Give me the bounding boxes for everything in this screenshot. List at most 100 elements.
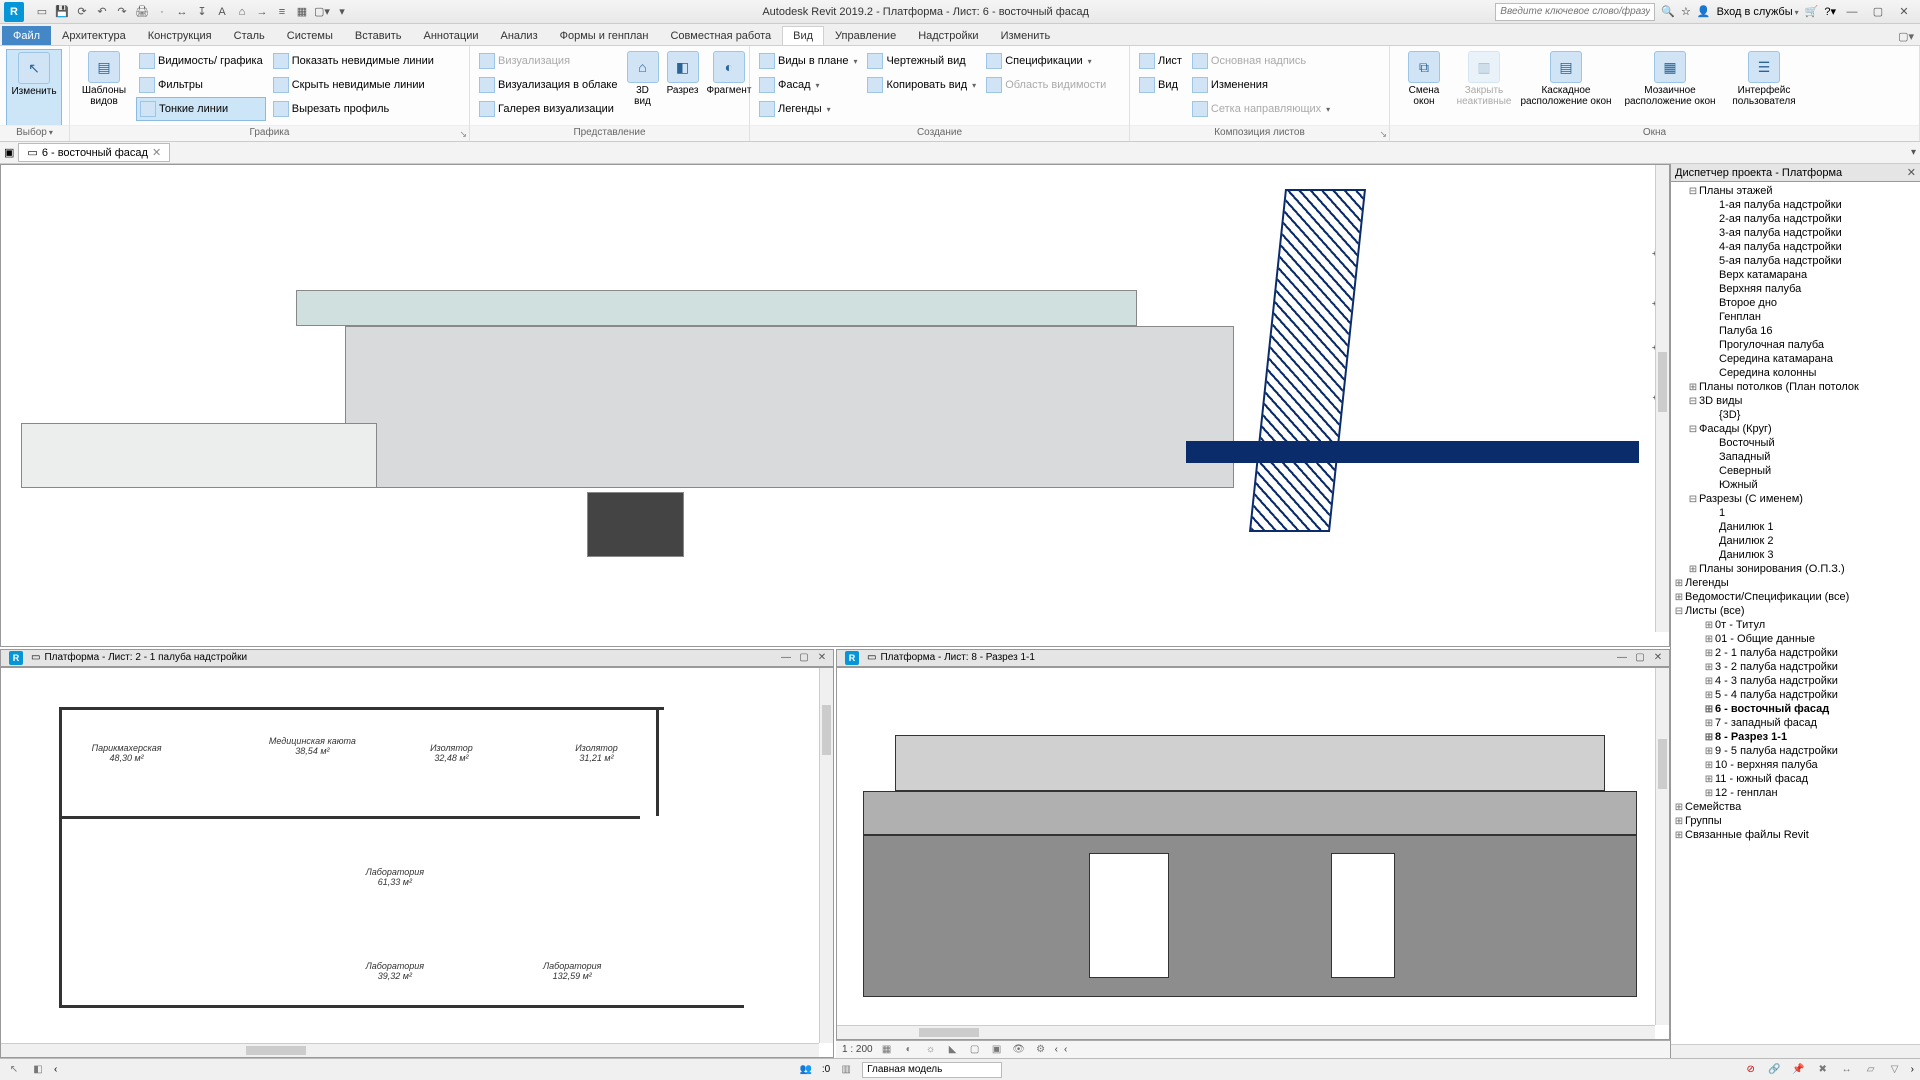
tree-expand-icon[interactable]: ⊞ [1703,760,1715,771]
tree-sheet-item[interactable]: 7 - западный фасад [1715,717,1817,729]
tree-expand-icon[interactable]: ⊞ [1673,830,1685,841]
menu-manage[interactable]: Управление [824,26,907,45]
tree-item[interactable]: 3-ая палуба надстройки [1719,227,1842,239]
minimize-button[interactable]: — [1842,4,1862,20]
tree-item[interactable]: Верхняя палуба [1719,283,1801,295]
qat-print-icon[interactable]: 🖨 [134,4,150,20]
tree-expand-icon[interactable]: ⊞ [1703,620,1715,631]
section-scrollbar-h[interactable] [837,1025,1655,1039]
view-tab-close-icon[interactable]: ✕ [152,146,161,159]
visibility-button[interactable]: Видимость/ графика [136,49,266,73]
tree-sheet-item[interactable]: 10 - верхняя палуба [1715,759,1818,771]
tree-expand-icon[interactable]: ⊞ [1703,774,1715,785]
menu-annotate[interactable]: Аннотации [413,26,490,45]
canvas-elevation[interactable]: +21,000 +18,000 +15,000 +11,500 +9,000 +… [0,164,1670,647]
tree-item[interactable]: 4-ая палуба надстройки [1719,241,1842,253]
tree-elevations[interactable]: Фасады (Круг) [1699,423,1772,435]
tree-sheet-item-active[interactable]: 6 - восточный фасад [1715,703,1829,715]
tree-sheets[interactable]: Листы (все) [1685,605,1745,617]
tree-item[interactable]: 1-ая палуба надстройки [1719,199,1842,211]
tree-item[interactable]: Середина катамарана [1719,353,1833,365]
status-filter2-icon[interactable]: ▽ [1887,1062,1903,1078]
menu-steel[interactable]: Сталь [223,26,276,45]
tree-expand-icon[interactable]: ⊞ [1687,382,1699,393]
legends-button[interactable]: Легенды [756,97,860,121]
qat-open-icon[interactable]: ▭ [34,4,50,20]
tree-expand-icon[interactable]: ⊞ [1673,578,1685,589]
view-templates-button[interactable]: ▤ Шаблоны видов [76,49,132,127]
render-gallery-button[interactable]: Галерея визуализации [476,97,621,121]
tree-item[interactable]: Южный [1719,479,1758,491]
pb-close-icon[interactable]: ✕ [1907,166,1916,179]
tree-item[interactable]: Прогулочная палуба [1719,339,1824,351]
tree-item[interactable]: 1 [1719,507,1725,519]
tree-item[interactable]: Данилюк 1 [1719,521,1773,533]
tree-expand-icon[interactable]: ⊞ [1703,634,1715,645]
tree-sheet-item[interactable]: 4 - 3 палуба надстройки [1715,675,1838,687]
filters-button[interactable]: Фильтры [136,73,266,97]
tree-item[interactable]: Данилюк 3 [1719,549,1773,561]
canvas-plan[interactable]: Парикмахерская48,30 м² Медицинская каюта… [0,667,834,1058]
3dview-button[interactable]: ⌂3D вид [625,49,661,127]
tree-collapse-icon[interactable]: ⊟ [1687,424,1699,435]
vcb-sun-icon[interactable]: ☼ [923,1042,939,1058]
status-exclude-icon[interactable]: ✖ [1815,1062,1831,1078]
qat-undo-icon[interactable]: ↶ [94,4,110,20]
tree-item[interactable]: Генплан [1719,311,1761,323]
status-link-icon[interactable]: 🔗 [1767,1062,1783,1078]
sub-min-icon[interactable]: — [779,652,793,663]
vcb-shadow-icon[interactable]: ◣ [945,1042,961,1058]
tree-collapse-icon[interactable]: ⊟ [1687,494,1699,505]
workset-icon[interactable]: ▥ [838,1062,854,1078]
canvas-section[interactable] [836,667,1670,1040]
tree-item[interactable]: Северный [1719,465,1771,477]
project-browser-title[interactable]: Диспетчер проекта - Платформа ✕ [1671,164,1920,182]
star-icon[interactable]: ☆ [1681,5,1691,18]
restore-button[interactable]: ▢ [1868,4,1888,20]
ribbon-minimize-icon[interactable]: ▢▾ [1892,28,1920,45]
tree-3dviews[interactable]: 3D виды [1699,395,1742,407]
help-icon[interactable]: ?▾ [1824,5,1836,18]
menu-addins[interactable]: Надстройки [907,26,989,45]
switch-windows-button[interactable]: ⧉Смена окон [1396,49,1452,127]
tree-schedules[interactable]: Ведомости/Спецификации (все) [1685,591,1849,603]
tree-item[interactable]: Восточный [1719,437,1775,449]
plan-scrollbar-v[interactable] [819,668,833,1043]
status-select-by-face-icon[interactable]: ▱ [1863,1062,1879,1078]
tree-item[interactable]: {3D} [1719,409,1740,421]
vcb-visual-style-icon[interactable]: ◐ [901,1042,917,1058]
status-select-icon[interactable]: ↖ [6,1062,22,1078]
sub-close-icon[interactable]: ✕ [815,652,829,663]
qat-3d-icon[interactable]: ⌂ [234,4,250,20]
tree-expand-icon[interactable]: ⊞ [1703,718,1715,729]
tree-groups[interactable]: Группы [1685,815,1722,827]
tree-expand-icon[interactable]: ⊞ [1703,676,1715,687]
tree-expand-icon[interactable]: ⊞ [1673,802,1685,813]
sheet-button[interactable]: Лист [1136,49,1185,73]
tree-collapse-icon[interactable]: ⊟ [1687,186,1699,197]
callout-button[interactable]: ◐Фрагмент [705,49,754,127]
scrollbar-vertical[interactable] [1655,165,1669,632]
status-pin-icon[interactable]: 📌 [1791,1062,1807,1078]
sub-min-icon[interactable]: — [1615,652,1629,663]
tree-item[interactable]: Западный [1719,451,1770,463]
signin-label[interactable]: Вход в службы [1717,6,1799,18]
tree-expand-icon[interactable]: ⊞ [1703,690,1715,701]
subwindow-plan-titlebar[interactable]: R ▭ Платформа - Лист: 2 - 1 палуба надст… [0,649,834,667]
tree-item[interactable]: Середина колонны [1719,367,1816,379]
tree-sheet-item[interactable]: 9 - 5 палуба надстройки [1715,745,1838,757]
tree-sheet-item[interactable]: 0т - Титул [1715,619,1765,631]
vcb-nav-right-icon[interactable]: ‹ [1064,1044,1067,1055]
menu-massing[interactable]: Формы и генплан [549,26,660,45]
view-tab-current[interactable]: ▭ 6 - восточный фасад ✕ [18,143,170,162]
modify-button[interactable]: ↖ Изменить [6,49,62,127]
status-drag-icon[interactable]: ↔ [1839,1062,1855,1078]
tree-expand-icon[interactable]: ⊞ [1703,788,1715,799]
render-cloud-button[interactable]: Визуализация в облаке [476,73,621,97]
sub-max-icon[interactable]: ▢ [1633,652,1647,663]
thin-lines-button[interactable]: Тонкие линии [136,97,266,121]
tree-zoning[interactable]: Планы зонирования (О.П.З.) [1699,563,1845,575]
menu-insert[interactable]: Вставить [344,26,413,45]
qat-close-hidden-icon[interactable]: ▦ [294,4,310,20]
menu-modify[interactable]: Изменить [990,26,1062,45]
